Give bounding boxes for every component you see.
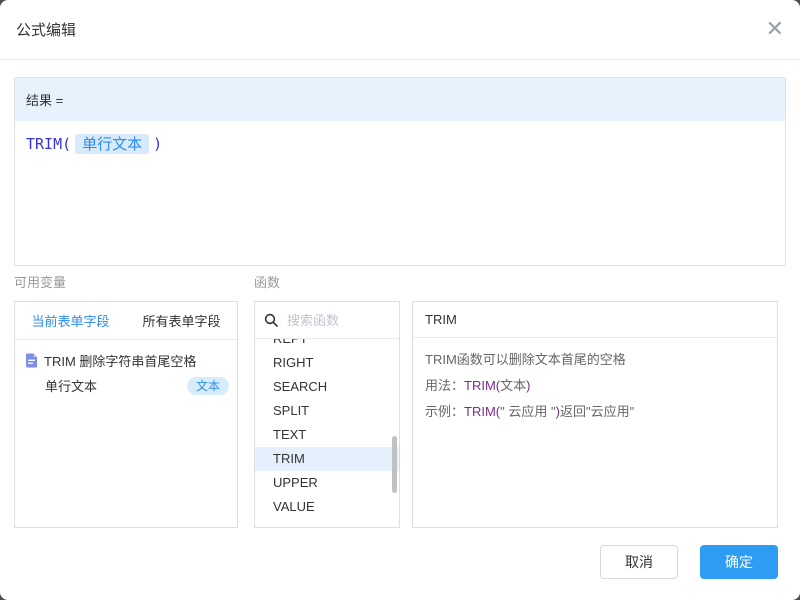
- detail-text-segment: TRIM(: [464, 404, 500, 419]
- detail-text-segment: TRIM(: [464, 378, 500, 393]
- document-icon: [25, 353, 38, 368]
- detail-text-segment: ): [526, 378, 530, 393]
- variable-label: TRIM 删除字符串首尾空格: [44, 351, 196, 370]
- variable-label: 单行文本: [45, 376, 97, 395]
- result-label: 结果 =: [26, 90, 63, 109]
- detail-text-segment: 返回: [560, 404, 586, 419]
- function-item-text[interactable]: TEXT: [255, 423, 399, 447]
- dialog-title: 公式编辑: [16, 19, 76, 40]
- cancel-button[interactable]: 取消: [600, 545, 678, 579]
- function-item-trim[interactable]: TRIM: [255, 447, 399, 471]
- function-item-split[interactable]: SPLIT: [255, 399, 399, 423]
- formula-code-text: ): [153, 135, 162, 153]
- function-detail-panel: TRIM TRIM函数可以删除文本首尾的空格用法：TRIM(文本)示例：TRIM…: [412, 301, 778, 528]
- function-detail-title: TRIM: [413, 302, 777, 338]
- search-icon: [264, 313, 278, 327]
- detail-text-segment: 用法：: [425, 378, 464, 393]
- formula-edit-dialog: 公式编辑 ✕ 结果 = TRIM(单行文本) 可用变量 函数 当前表单字段所有表…: [0, 0, 800, 600]
- formula-input-area[interactable]: TRIM(单行文本): [15, 121, 785, 167]
- function-item-upper[interactable]: UPPER: [255, 471, 399, 495]
- detail-text-segment: 文本: [500, 378, 526, 393]
- function-item-search[interactable]: SEARCH: [255, 375, 399, 399]
- confirm-button[interactable]: 确定: [700, 545, 778, 579]
- formula-field-token[interactable]: 单行文本: [75, 134, 149, 154]
- function-list-viewport: REPTRIGHTSEARCHSPLITTEXTTRIMUPPERVALUE: [255, 339, 399, 527]
- detail-text-segment: 示例：: [425, 404, 464, 419]
- scrollbar-thumb[interactable]: [392, 436, 397, 493]
- formula-code-text: TRIM(: [26, 135, 71, 153]
- detail-text-segment: " 云应用 ": [500, 404, 555, 419]
- function-item-value[interactable]: VALUE: [255, 495, 399, 519]
- close-icon[interactable]: ✕: [766, 19, 784, 41]
- function-item-right[interactable]: RIGHT: [255, 351, 399, 375]
- formula-editor: 结果 = TRIM(单行文本): [14, 77, 786, 266]
- variables-section-label: 可用变量: [14, 272, 66, 291]
- field-type-badge: 文本: [187, 377, 229, 395]
- variable-item[interactable]: TRIM 删除字符串首尾空格: [15, 348, 237, 373]
- detail-text-segment: TRIM函数可以删除文本首尾的空格: [425, 352, 626, 367]
- variables-tabs: 当前表单字段所有表单字段: [15, 302, 237, 340]
- tab-variables-0[interactable]: 当前表单字段: [15, 302, 126, 339]
- variable-item[interactable]: 单行文本 文本: [15, 373, 237, 398]
- functions-section-label: 函数: [254, 272, 280, 291]
- detail-line-1: 用法：TRIM(文本): [425, 373, 765, 399]
- dialog-titlebar: 公式编辑 ✕: [0, 0, 800, 60]
- functions-panel: REPTRIGHTSEARCHSPLITTEXTTRIMUPPERVALUE: [254, 301, 400, 528]
- detail-line-0: TRIM函数可以删除文本首尾的空格: [425, 347, 765, 373]
- function-detail-body: TRIM函数可以删除文本首尾的空格用法：TRIM(文本)示例：TRIM(" 云应…: [413, 338, 777, 434]
- function-item-rept[interactable]: REPT: [255, 339, 399, 351]
- function-list: REPTRIGHTSEARCHSPLITTEXTTRIMUPPERVALUE: [255, 339, 399, 519]
- result-header: 结果 =: [15, 78, 785, 121]
- function-search-row: [255, 302, 399, 339]
- search-input[interactable]: [285, 312, 390, 329]
- variables-list: TRIM 删除字符串首尾空格单行文本 文本: [15, 340, 237, 398]
- variables-panel: 当前表单字段所有表单字段 TRIM 删除字符串首尾空格单行文本 文本: [14, 301, 238, 528]
- detail-line-2: 示例：TRIM(" 云应用 ")返回"云应用": [425, 399, 765, 425]
- detail-text-segment: "云应用": [586, 404, 634, 419]
- tab-variables-1[interactable]: 所有表单字段: [126, 302, 237, 339]
